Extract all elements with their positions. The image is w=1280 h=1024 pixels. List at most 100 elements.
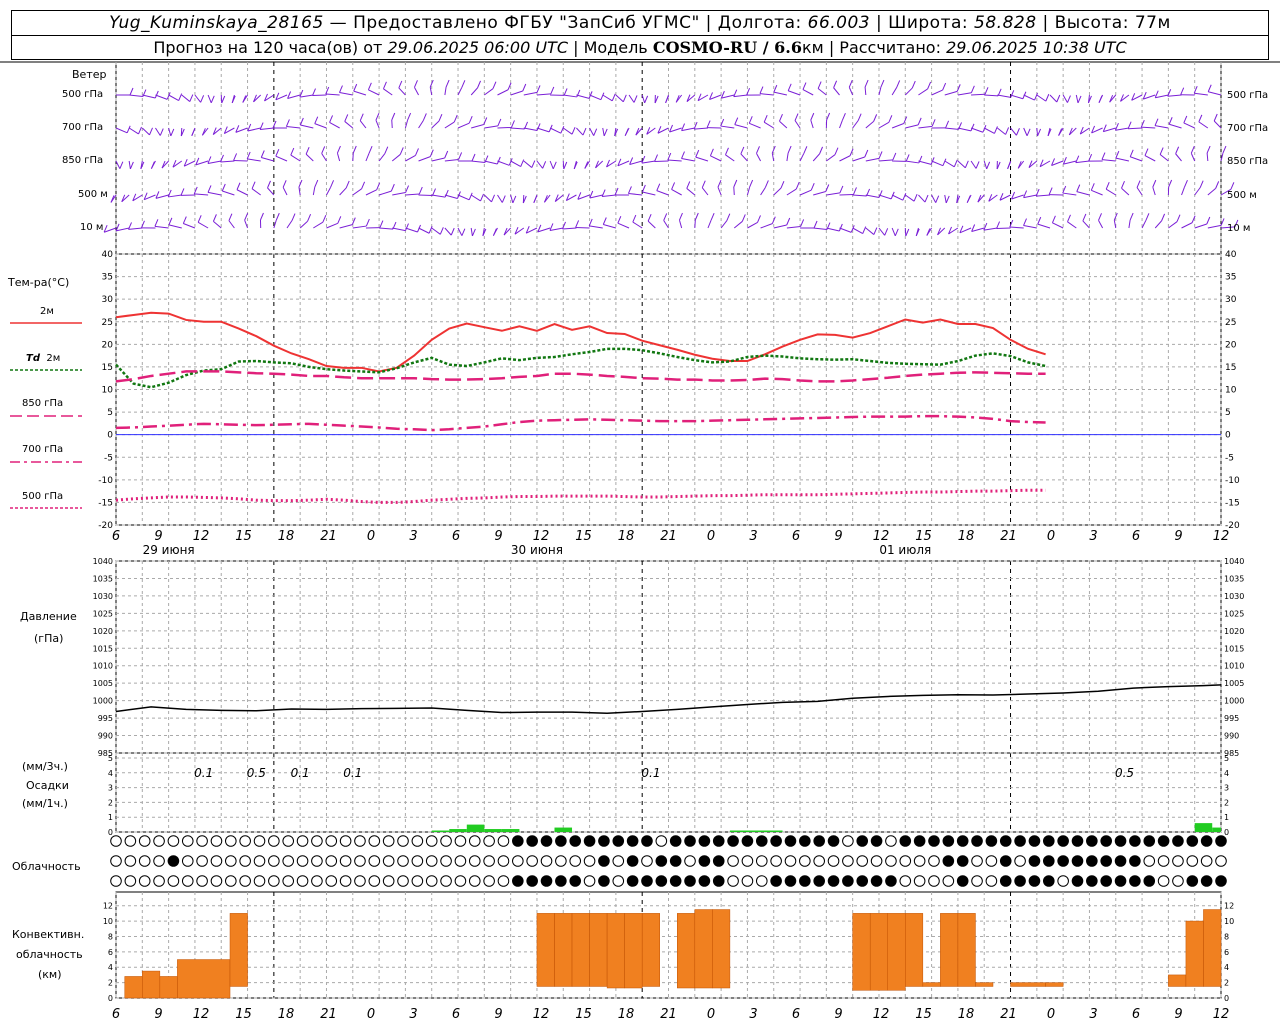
cloud-symbol-0-26 bbox=[483, 835, 495, 847]
cloud-symbol-2-34 bbox=[598, 875, 610, 887]
cloud-symbol-2-29 bbox=[526, 875, 538, 887]
wind-barb-feather-1-78 bbox=[1127, 121, 1132, 129]
cloud-symbol-2-55 bbox=[899, 875, 912, 887]
wind-barb-3-15 bbox=[312, 186, 316, 196]
wind-barb-feather-4-80 bbox=[1176, 214, 1181, 222]
wind-barb-0-55 bbox=[833, 87, 840, 96]
conv-ytick-right-12: 12 bbox=[1224, 902, 1234, 911]
cloud-symbol-1-70 bbox=[1114, 855, 1127, 867]
cloud-symbol-1-42 bbox=[712, 855, 725, 867]
wind-barb-1-53 bbox=[810, 119, 814, 129]
cloud-symbol-0-75 bbox=[1186, 835, 1199, 847]
wind-barb-4-83 bbox=[1207, 224, 1222, 229]
wind-barb-4-24 bbox=[431, 227, 441, 235]
cloud-symbol-0-51 bbox=[842, 835, 854, 847]
wind-barb-feather-3-79 bbox=[1152, 179, 1157, 188]
wind-barb-feather-1-56 bbox=[857, 113, 862, 121]
wind-barb-3-25 bbox=[444, 194, 458, 199]
cloud-symbol-1-19 bbox=[382, 855, 395, 867]
wind-barb-feather-3-47 bbox=[733, 179, 738, 188]
cloud-symbol-1-58 bbox=[942, 855, 955, 867]
conv-bar-27 bbox=[1203, 909, 1222, 987]
wind-barb-3-81 bbox=[1181, 187, 1185, 196]
cloud-symbol-0-43 bbox=[727, 835, 739, 847]
wind-barb-4-22 bbox=[405, 227, 418, 233]
cloud-symbol-0-10 bbox=[253, 835, 266, 847]
cloud-symbol-0-6 bbox=[196, 835, 208, 847]
cloud-symbol-1-14 bbox=[311, 855, 323, 867]
cloud-symbol-0-25 bbox=[468, 835, 481, 847]
conv-ytick-right-2: 2 bbox=[1224, 979, 1229, 988]
cloud-symbol-2-44 bbox=[741, 875, 754, 887]
wind-barb-3-20 bbox=[378, 190, 392, 196]
cloud-symbol-1-43 bbox=[727, 855, 739, 867]
wind-barb-2-55 bbox=[839, 155, 851, 162]
wind-barb-feather-3-8 bbox=[207, 185, 212, 193]
wind-barb-2-73 bbox=[1063, 160, 1077, 165]
wind-barb-4-41 bbox=[647, 220, 656, 229]
wind-barb-2-53 bbox=[812, 153, 820, 162]
wind-barb-3-41 bbox=[642, 191, 656, 196]
wind-barb-3-55 bbox=[839, 193, 854, 196]
wind-barb-feather-1-55 bbox=[841, 112, 846, 121]
wind-barb-feather-3-62 bbox=[935, 195, 940, 203]
cloud-symbol-0-39 bbox=[669, 835, 682, 847]
wind-barb-2-74 bbox=[1075, 160, 1090, 164]
wind-barb-4-69 bbox=[1009, 226, 1024, 229]
wind-barb-0-22 bbox=[398, 87, 406, 96]
wind-barb-1-76 bbox=[1103, 127, 1116, 133]
wind-barb-4-78 bbox=[1141, 220, 1147, 229]
wind-barb-4-73 bbox=[1067, 221, 1077, 229]
precip-bar-7 bbox=[1194, 823, 1213, 832]
wind-barb-4-8 bbox=[213, 220, 222, 229]
cloud-symbol-1-61 bbox=[985, 855, 998, 867]
meteogram-canvas: -20 -20-15 -15-10 -10-5 -50 05 510 1015 1520 2025… bbox=[0, 61, 1280, 1022]
wind-barb-feather-0-5 bbox=[189, 94, 194, 102]
cloud-symbol-0-53 bbox=[870, 835, 883, 847]
bottom-xtick-3: 15 bbox=[235, 1007, 252, 1022]
wind-barb-feather-1-25 bbox=[453, 114, 458, 123]
cloud-symbol-2-38 bbox=[655, 875, 668, 887]
wind-barb-feather-0-38 bbox=[622, 94, 627, 102]
wind-barb-feather-0-21 bbox=[382, 81, 387, 89]
temp-xtick-5: 21 bbox=[320, 529, 337, 544]
cloud-symbol-0-76 bbox=[1200, 835, 1213, 847]
bottom-xtick-22: 0 bbox=[1047, 1007, 1055, 1022]
wind-barb-4-46 bbox=[720, 220, 728, 229]
wind-barb-0-59 bbox=[891, 87, 898, 96]
wind-barb-0-36 bbox=[589, 94, 602, 101]
cloud-symbol-0-22 bbox=[425, 835, 438, 847]
temp-ytick-right-30: 30 bbox=[1225, 295, 1237, 305]
wind-barb-feather-4-59 bbox=[894, 228, 899, 236]
wind-barb-2-62 bbox=[931, 160, 944, 167]
wind-barb-2-27 bbox=[471, 160, 485, 164]
cloud-symbol-2-56 bbox=[913, 875, 926, 887]
precip-bar-4 bbox=[501, 829, 520, 832]
temp-xtick-24: 6 bbox=[1132, 529, 1140, 544]
wind-barb-feather-0-71 bbox=[1056, 94, 1061, 103]
wind-barb-2-81 bbox=[1175, 153, 1182, 162]
wind-barb-4-17 bbox=[339, 224, 353, 229]
precip-bar-2 bbox=[466, 824, 485, 832]
wind-barb-feather-2-31 bbox=[531, 160, 536, 168]
temp-xtick-20: 18 bbox=[958, 529, 975, 544]
conv-bar-13 bbox=[694, 909, 713, 989]
wind-barb-4-54 bbox=[826, 227, 840, 232]
cloud-symbol-0-57 bbox=[928, 835, 940, 847]
wind-barb-feather-2-59 bbox=[905, 154, 910, 162]
wind-barb-feather-3-42 bbox=[656, 183, 661, 191]
wind-barb-2-11 bbox=[247, 158, 261, 162]
cloud-symbol-0-32 bbox=[569, 835, 582, 847]
temp-xtick-23: 3 bbox=[1089, 529, 1097, 544]
wind-barb-feather-3-74 bbox=[1076, 184, 1081, 192]
temp-ytick-left-20: 20 bbox=[102, 340, 114, 350]
wind-barb-feather-3-50 bbox=[780, 180, 785, 189]
cloud-symbol-1-54 bbox=[885, 855, 897, 867]
conv-bar-17 bbox=[887, 913, 906, 991]
wind-barb-4-59 bbox=[891, 227, 896, 236]
cloud-symbol-1-56 bbox=[913, 855, 926, 867]
wind-barb-feather-3-72 bbox=[1048, 187, 1053, 195]
wind-barb-3-45 bbox=[701, 187, 709, 196]
wind-barb-2-46 bbox=[710, 155, 722, 162]
cloud-symbol-0-14 bbox=[311, 835, 323, 847]
